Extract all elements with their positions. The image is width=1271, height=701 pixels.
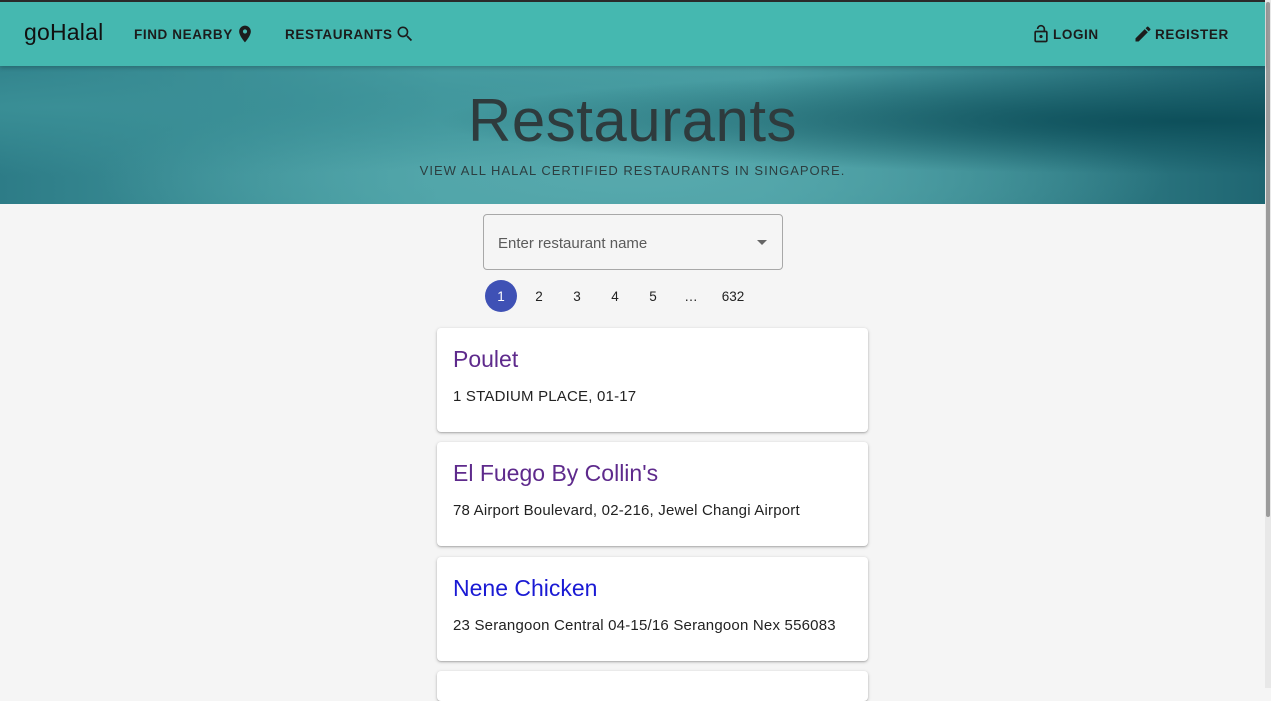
register-label: REGISTER [1155, 26, 1229, 42]
login-button[interactable]: LOGIN [1031, 20, 1099, 48]
login-label: LOGIN [1053, 26, 1099, 42]
page-3-button[interactable]: 3 [561, 280, 593, 312]
pencil-icon [1135, 26, 1151, 42]
page-1-button[interactable]: 1 [485, 280, 517, 312]
brand-logo-link[interactable]: goHalal [24, 19, 103, 46]
restaurant-address: 23 Serangoon Central 04-15/16 Serangoon … [453, 617, 836, 634]
page-2-button[interactable]: 2 [523, 280, 555, 312]
hero-banner: Restaurants VIEW ALL HALAL CERTIFIED RES… [0, 66, 1265, 204]
pagination-ellipsis: … [684, 288, 698, 304]
page-scrollbar[interactable] [1265, 0, 1271, 688]
restaurant-address: 78 Airport Boulevard, 02-216, Jewel Chan… [453, 502, 800, 519]
lock-open-icon [1034, 24, 1048, 43]
page-subtitle: VIEW ALL HALAL CERTIFIED RESTAURANTS IN … [419, 163, 846, 178]
page-title: Restaurants [468, 87, 797, 154]
restaurants-button[interactable]: RESTAURANTS [285, 20, 415, 48]
restaurant-address: 1 STADIUM PLACE, 01-17 [453, 388, 637, 405]
restaurant-card: El Fuego By Collin's 78 Airport Boulevar… [437, 442, 868, 546]
restaurant-name-link[interactable]: Nene Chicken [453, 575, 597, 602]
restaurant-name-link[interactable]: Poulet [453, 346, 518, 373]
search-icon [397, 26, 412, 42]
top-navbar: goHalal FIND NEARBY RESTAURANTS LOGIN RE… [0, 2, 1265, 66]
restaurants-label: RESTAURANTS [285, 26, 393, 42]
pagination: 1 2 3 4 5 … 632 [485, 280, 759, 312]
restaurant-search-input[interactable] [496, 215, 750, 271]
page-last-button[interactable]: 632 [713, 280, 753, 312]
find-nearby-button[interactable]: FIND NEARBY [134, 20, 255, 48]
scrollbar-thumb[interactable] [1266, 2, 1270, 517]
register-button[interactable]: REGISTER [1133, 20, 1229, 48]
restaurant-card-partial [437, 671, 868, 701]
location-pin-icon [239, 25, 251, 43]
page-4-button[interactable]: 4 [599, 280, 631, 312]
find-nearby-label: FIND NEARBY [134, 26, 233, 42]
restaurant-card: Nene Chicken 23 Serangoon Central 04-15/… [437, 557, 868, 661]
restaurant-search-autocomplete [483, 214, 783, 271]
dropdown-arrow-icon[interactable] [757, 240, 767, 245]
restaurant-card: Poulet 1 STADIUM PLACE, 01-17 [437, 328, 868, 432]
page-5-button[interactable]: 5 [637, 280, 669, 312]
restaurant-name-link[interactable]: El Fuego By Collin's [453, 460, 658, 487]
